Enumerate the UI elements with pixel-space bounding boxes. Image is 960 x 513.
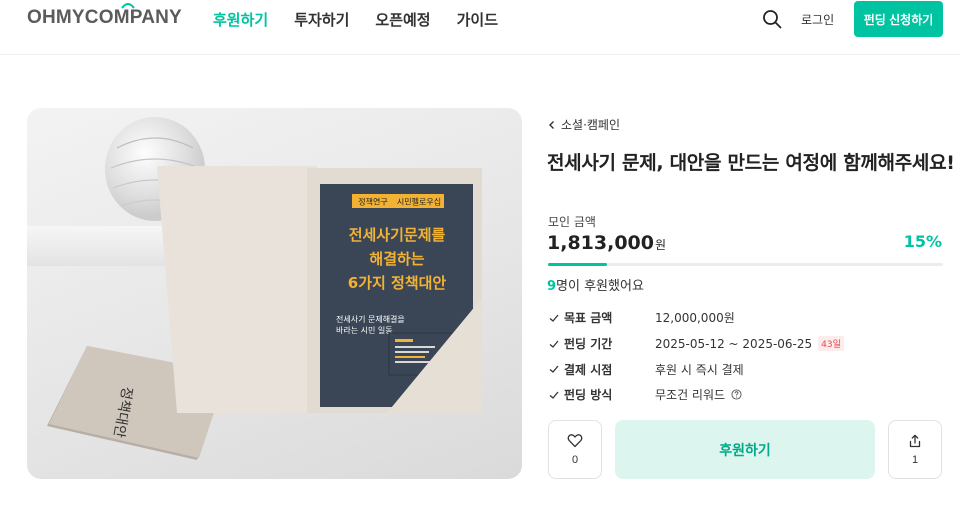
help-circle-icon[interactable] xyxy=(731,389,742,400)
main-nav: 후원하기 투자하기 오픈예정 가이드 xyxy=(213,9,524,30)
cover-tag-right: 시민펠로우십 xyxy=(397,197,441,207)
project-title: 전세사기 문제, 대안을 만드는 여정에 함께해주세요! xyxy=(547,152,955,174)
method-value-wrap: 무조건 리워드 xyxy=(655,386,742,403)
apply-funding-button[interactable]: 펀딩 신청하기 xyxy=(854,1,943,37)
raised-label: 모인 금액 xyxy=(548,215,596,229)
progress-bar xyxy=(548,263,943,266)
chevron-left-icon xyxy=(549,120,554,129)
days-left-badge: 43일 xyxy=(818,336,844,352)
backers-summary: 9명이 후원했어요 xyxy=(547,275,644,294)
share-button[interactable]: 1 xyxy=(888,420,942,479)
share-icon xyxy=(909,434,921,447)
check-icon xyxy=(549,314,559,322)
period-value: 2025-05-12 ~ 2025-06-25 xyxy=(655,336,813,351)
goal-value: 12,000,000원 xyxy=(655,311,735,326)
funding-info: 목표 금액 12,000,000원 펀딩 기간 2025-05-12 ~ 202… xyxy=(548,305,943,408)
cover-sub-1: 전세사기 문제해결을 xyxy=(336,314,405,324)
funding-percent: 15% xyxy=(903,232,942,251)
check-icon xyxy=(549,365,559,374)
like-count: 0 xyxy=(571,454,579,466)
cover-headline-1: 전세사기문제를 xyxy=(349,226,446,244)
logo[interactable]: OHMYCOMPANY xyxy=(27,3,182,29)
info-row-period: 펀딩 기간 2025-05-12 ~ 2025-06-25 43일 xyxy=(548,331,943,357)
payment-value: 후원 시 즉시 결제 xyxy=(655,362,744,377)
search-icon[interactable] xyxy=(762,9,782,29)
backers-count: 9 xyxy=(547,279,557,294)
login-link[interactable]: 로그인 xyxy=(801,11,834,28)
method-value: 무조건 리워드 xyxy=(655,388,726,403)
breadcrumb-category: 소셜·캠페인 xyxy=(561,118,621,132)
raised-amount-value: 1,813,000 xyxy=(547,232,654,254)
logo-text: OHMYCOMPANY xyxy=(27,7,182,28)
project-image-illustration: 정책대안 정책연구 시민펠로우십 전세사기문제를 해결하는 6가지 정책대안 전… xyxy=(27,117,482,460)
progress-fill xyxy=(548,263,608,266)
breadcrumb[interactable]: 소셜·캠페인 xyxy=(547,116,620,133)
project-image: 정책대안 정책연구 시민펠로우십 전세사기문제를 해결하는 6가지 정책대안 전… xyxy=(27,108,522,479)
payment-label: 결제 시점 xyxy=(564,362,613,377)
check-icon xyxy=(549,340,559,348)
check-icon xyxy=(549,391,559,399)
goal-label: 목표 금액 xyxy=(564,311,613,326)
back-project-button[interactable]: 후원하기 xyxy=(615,420,875,479)
backers-text: 명이 후원했어요 xyxy=(556,279,644,294)
folder: 정책연구 시민펠로우십 전세사기문제를 해결하는 6가지 정책대안 전세사기 문… xyxy=(157,166,482,413)
info-row-goal: 목표 금액 12,000,000원 xyxy=(548,305,943,331)
nav-item-guide[interactable]: 가이드 xyxy=(457,9,498,30)
nav-item-invest[interactable]: 투자하기 xyxy=(294,9,349,30)
like-button[interactable]: 0 xyxy=(548,420,602,479)
heart-icon xyxy=(567,434,583,448)
raised-amount-unit: 원 xyxy=(654,238,667,252)
method-label: 펀딩 방식 xyxy=(564,388,613,403)
nav-item-upcoming[interactable]: 오픈예정 xyxy=(375,9,430,30)
cover-sub-2: 바라는 시민 일동 xyxy=(336,325,393,335)
raised-amount: 1,813,000원 xyxy=(547,232,666,254)
period-label: 펀딩 기간 xyxy=(564,337,613,352)
info-row-method: 펀딩 방식 무조건 리워드 xyxy=(548,382,943,408)
logo-leaf-icon xyxy=(121,3,135,9)
share-count: 1 xyxy=(911,453,919,466)
site-header: OHMYCOMPANY 후원하기 투자하기 오픈예정 가이드 로그인 펀딩 신청… xyxy=(0,0,960,55)
nav-item-support[interactable]: 후원하기 xyxy=(213,9,268,30)
cover-headline-2: 해결하는 xyxy=(369,250,424,268)
info-row-payment: 결제 시점 후원 시 즉시 결제 xyxy=(548,356,943,382)
cover-tag-left: 정책연구 xyxy=(358,197,387,207)
period-value-wrap: 2025-05-12 ~ 2025-06-25 43일 xyxy=(655,336,844,352)
cover-headline-3: 6가지 정책대안 xyxy=(348,274,447,292)
